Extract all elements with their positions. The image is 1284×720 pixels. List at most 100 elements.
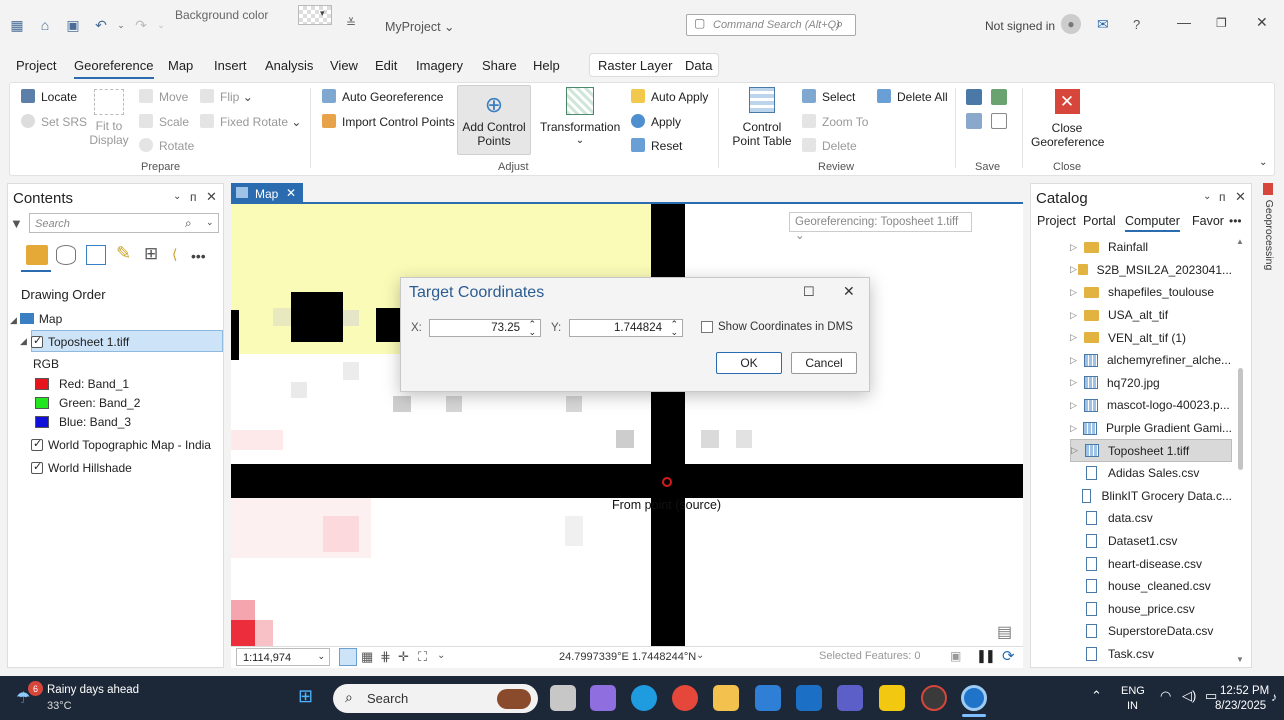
catalog-item[interactable]: ▷ alchemyrefiner_alche...: [1070, 349, 1232, 372]
x-spinner-icon[interactable]: ⌃ ⌄: [528, 320, 536, 337]
ok-button[interactable]: OK: [716, 352, 782, 374]
crosshair-icon[interactable]: ✛: [398, 649, 409, 665]
list-by-selection-icon[interactable]: [86, 245, 106, 265]
catalog-tab-portal[interactable]: Portal: [1083, 214, 1116, 228]
notification-bell-icon[interactable]: ♪: [1271, 690, 1277, 704]
pause-drawing-icon[interactable]: ❚❚: [976, 648, 996, 664]
notifications-icon[interactable]: ✉: [1097, 16, 1109, 33]
minimize-button[interactable]: —: [1177, 14, 1191, 30]
control-point-table-button[interactable]: Control Point Table: [730, 87, 794, 148]
pin-icon[interactable]: ᴨ: [190, 190, 197, 204]
undo-icon[interactable]: ↶: [90, 14, 112, 36]
fit-to-display-button[interactable]: Fit to Display: [88, 89, 130, 147]
store-icon[interactable]: [755, 685, 781, 711]
tab-imagery[interactable]: Imagery: [416, 58, 463, 73]
import-control-points-button[interactable]: Import Control Points: [322, 114, 455, 129]
locate-button[interactable]: Locate: [21, 89, 77, 104]
reset-button[interactable]: Reset: [631, 138, 682, 153]
catalog-item[interactable]: heart-disease.csv: [1070, 552, 1232, 575]
map-canvas[interactable]: From point (source) Georeferencing: Topo…: [231, 204, 1023, 646]
tab-insert[interactable]: Insert: [214, 58, 247, 73]
outlook-icon[interactable]: [796, 685, 822, 711]
tab-edit[interactable]: Edit: [375, 58, 397, 73]
table-view-icon[interactable]: ▦: [361, 649, 373, 665]
dialog-maximize-button[interactable]: ☐: [803, 284, 815, 300]
close-georeference-button[interactable]: ✕ Close Georeference: [1031, 89, 1104, 149]
weather-title[interactable]: Rainy days ahead: [47, 684, 139, 696]
clock-time[interactable]: 12:52 PM: [1220, 685, 1269, 697]
command-search-input[interactable]: Command Search (Alt+Q): [686, 14, 856, 36]
pane-menu-icon[interactable]: ⌄: [1203, 191, 1211, 202]
expand-icon[interactable]: ▷: [1070, 310, 1084, 321]
expand-icon[interactable]: ▷: [1070, 264, 1078, 275]
fixed-rotate-button[interactable]: Fixed Rotate ⌄: [200, 114, 301, 129]
contents-search-input[interactable]: Search ⌕ ⌄: [29, 213, 219, 233]
layer-world-hillshade[interactable]: World Hillshade: [31, 460, 132, 475]
cancel-button[interactable]: Cancel: [791, 352, 857, 374]
catalog-item[interactable]: ▷ Toposheet 1.tiff: [1070, 439, 1232, 462]
list-by-drawing-order-icon[interactable]: [26, 245, 48, 265]
list-by-editing-icon[interactable]: ✎: [116, 243, 131, 264]
catalog-item[interactable]: Task.csv: [1070, 643, 1232, 666]
tab-map-view[interactable]: Map ✕: [231, 183, 303, 204]
layer-world-topographic[interactable]: World Topographic Map - India: [31, 437, 211, 452]
map-scale-dropdown[interactable]: 1:114,974 ⌄: [236, 648, 330, 666]
tab-raster-layer[interactable]: Raster Layer: [598, 58, 672, 73]
layer-toposheet[interactable]: Toposheet 1.tiff: [31, 334, 129, 349]
copilot-icon[interactable]: [590, 685, 616, 711]
help-icon[interactable]: ?: [1133, 17, 1140, 32]
y-spinner-icon[interactable]: ⌃ ⌄: [670, 320, 678, 337]
avatar[interactable]: ●: [1061, 14, 1081, 34]
chrome-icon[interactable]: [672, 685, 698, 711]
close-tab-icon[interactable]: ✕: [286, 186, 296, 200]
zoom-to-button[interactable]: Zoom To: [802, 114, 868, 129]
dms-checkbox[interactable]: [701, 321, 713, 333]
expand-icon[interactable]: ▷: [1070, 423, 1083, 434]
show-hidden-icons[interactable]: ⌃: [1091, 688, 1102, 704]
scroll-up-icon[interactable]: ▲: [1236, 237, 1244, 246]
map-overview-icon[interactable]: ▤: [997, 622, 1012, 642]
catalog-item[interactable]: Adidas Sales.csv: [1070, 462, 1232, 485]
select-button[interactable]: Select: [802, 89, 855, 104]
redo-icon[interactable]: ↷: [130, 14, 152, 36]
catalog-item[interactable]: Dataset1.csv: [1070, 530, 1232, 553]
tab-map[interactable]: Map: [168, 58, 193, 73]
task-view-icon[interactable]: [550, 685, 576, 711]
volume-icon[interactable]: ◁): [1182, 688, 1196, 704]
auto-georeference-button[interactable]: Auto Georeference: [322, 89, 443, 104]
file-explorer-icon[interactable]: [713, 685, 739, 711]
filter-icon[interactable]: ▼: [10, 216, 23, 231]
language-indicator[interactable]: ENG: [1121, 685, 1145, 697]
windows-start-icon[interactable]: ⊞: [298, 686, 313, 707]
tab-help[interactable]: Help: [533, 58, 560, 73]
teams-icon[interactable]: [837, 685, 863, 711]
wifi-icon[interactable]: ◠: [1160, 688, 1171, 704]
control-point-marker[interactable]: [662, 477, 672, 487]
x-coordinate-input[interactable]: 73.25 ⌃ ⌄: [429, 319, 541, 337]
catalog-item[interactable]: ▷ USA_alt_tif: [1070, 304, 1232, 327]
export-icon[interactable]: [966, 113, 982, 129]
catalog-item[interactable]: ▷ S2B_MSIL2A_2023041...: [1070, 259, 1232, 282]
close-pane-icon[interactable]: ✕: [1235, 189, 1246, 205]
save-as-icon[interactable]: [991, 89, 1007, 105]
expand-icon[interactable]: ▷: [1070, 332, 1084, 343]
catalog-tab-favorites[interactable]: Favor: [1192, 214, 1224, 228]
swatch-dropdown-icon[interactable]: ▾: [320, 8, 325, 19]
refresh-icon[interactable]: ⟳: [1002, 647, 1015, 665]
catalog-item[interactable]: data.csv: [1070, 507, 1232, 530]
expand-icon[interactable]: ◢: [20, 336, 27, 347]
refresh-selection-icon[interactable]: ▣: [950, 649, 961, 663]
list-by-snapping-icon[interactable]: ⊞: [144, 244, 158, 264]
expand-icon[interactable]: ▷: [1071, 445, 1085, 456]
map-layer-node[interactable]: ◢ Map: [10, 312, 62, 326]
background-color-picker[interactable]: [298, 5, 332, 25]
delete-all-button[interactable]: Delete All: [877, 89, 948, 104]
catalog-item[interactable]: BlinkIT Grocery Data.c...: [1070, 485, 1232, 508]
catalog-tab-project[interactable]: Project: [1037, 214, 1076, 228]
georeferencing-layer-dropdown[interactable]: Georeferencing: Toposheet 1.tiff ⌄: [789, 212, 972, 242]
tab-georeference[interactable]: Georeference: [74, 58, 154, 79]
pin-icon[interactable]: ᴨ: [1219, 190, 1226, 204]
customize-toolbar-icon[interactable]: ≚: [346, 16, 356, 30]
project-name[interactable]: MyProject ⌄: [385, 19, 455, 34]
catalog-item[interactable]: ▷ shapefiles_toulouse: [1070, 281, 1232, 304]
